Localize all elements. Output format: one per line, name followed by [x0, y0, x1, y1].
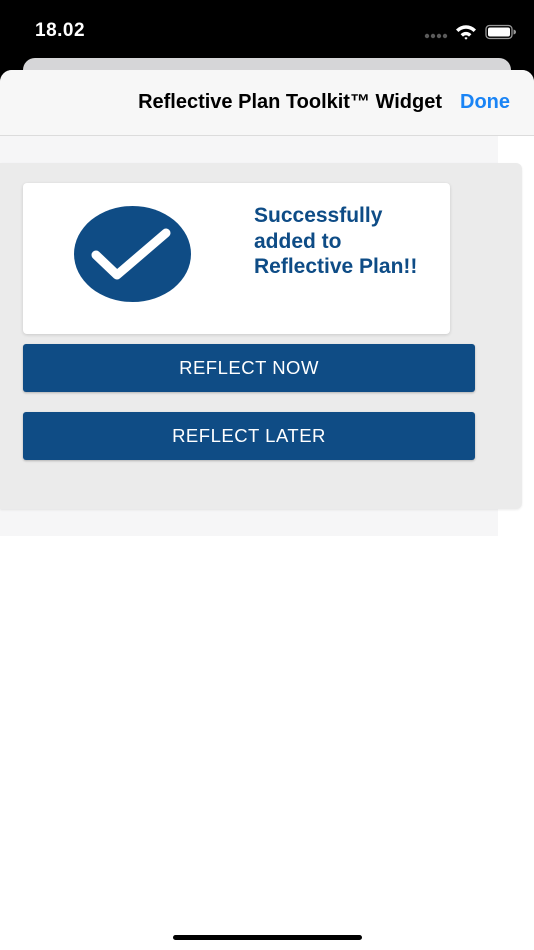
home-indicator[interactable]	[173, 935, 362, 940]
status-bar: 18.02	[0, 0, 534, 62]
signal-dots-icon	[424, 33, 448, 39]
navigation-bar: Reflective Plan Toolkit™ Widget Done	[0, 70, 534, 136]
success-message: Successfully added to Reflective Plan!!	[254, 204, 418, 278]
reflect-now-button[interactable]: REFLECT NOW	[23, 344, 475, 392]
reflect-later-button[interactable]: REFLECT LATER	[23, 412, 475, 460]
modal-sheet: Reflective Plan Toolkit™ Widget Done Suc…	[0, 70, 534, 950]
widget-panel: Successfully added to Reflective Plan!! …	[0, 163, 522, 509]
nav-title: Reflective Plan Toolkit™ Widget	[138, 91, 442, 113]
success-card: Successfully added to Reflective Plan!!	[23, 183, 450, 334]
wifi-icon	[456, 25, 476, 40]
done-button[interactable]: Done	[460, 91, 510, 114]
checkmark-icon	[74, 206, 191, 302]
status-time: 18.02	[35, 20, 86, 41]
battery-full-icon	[485, 24, 516, 40]
